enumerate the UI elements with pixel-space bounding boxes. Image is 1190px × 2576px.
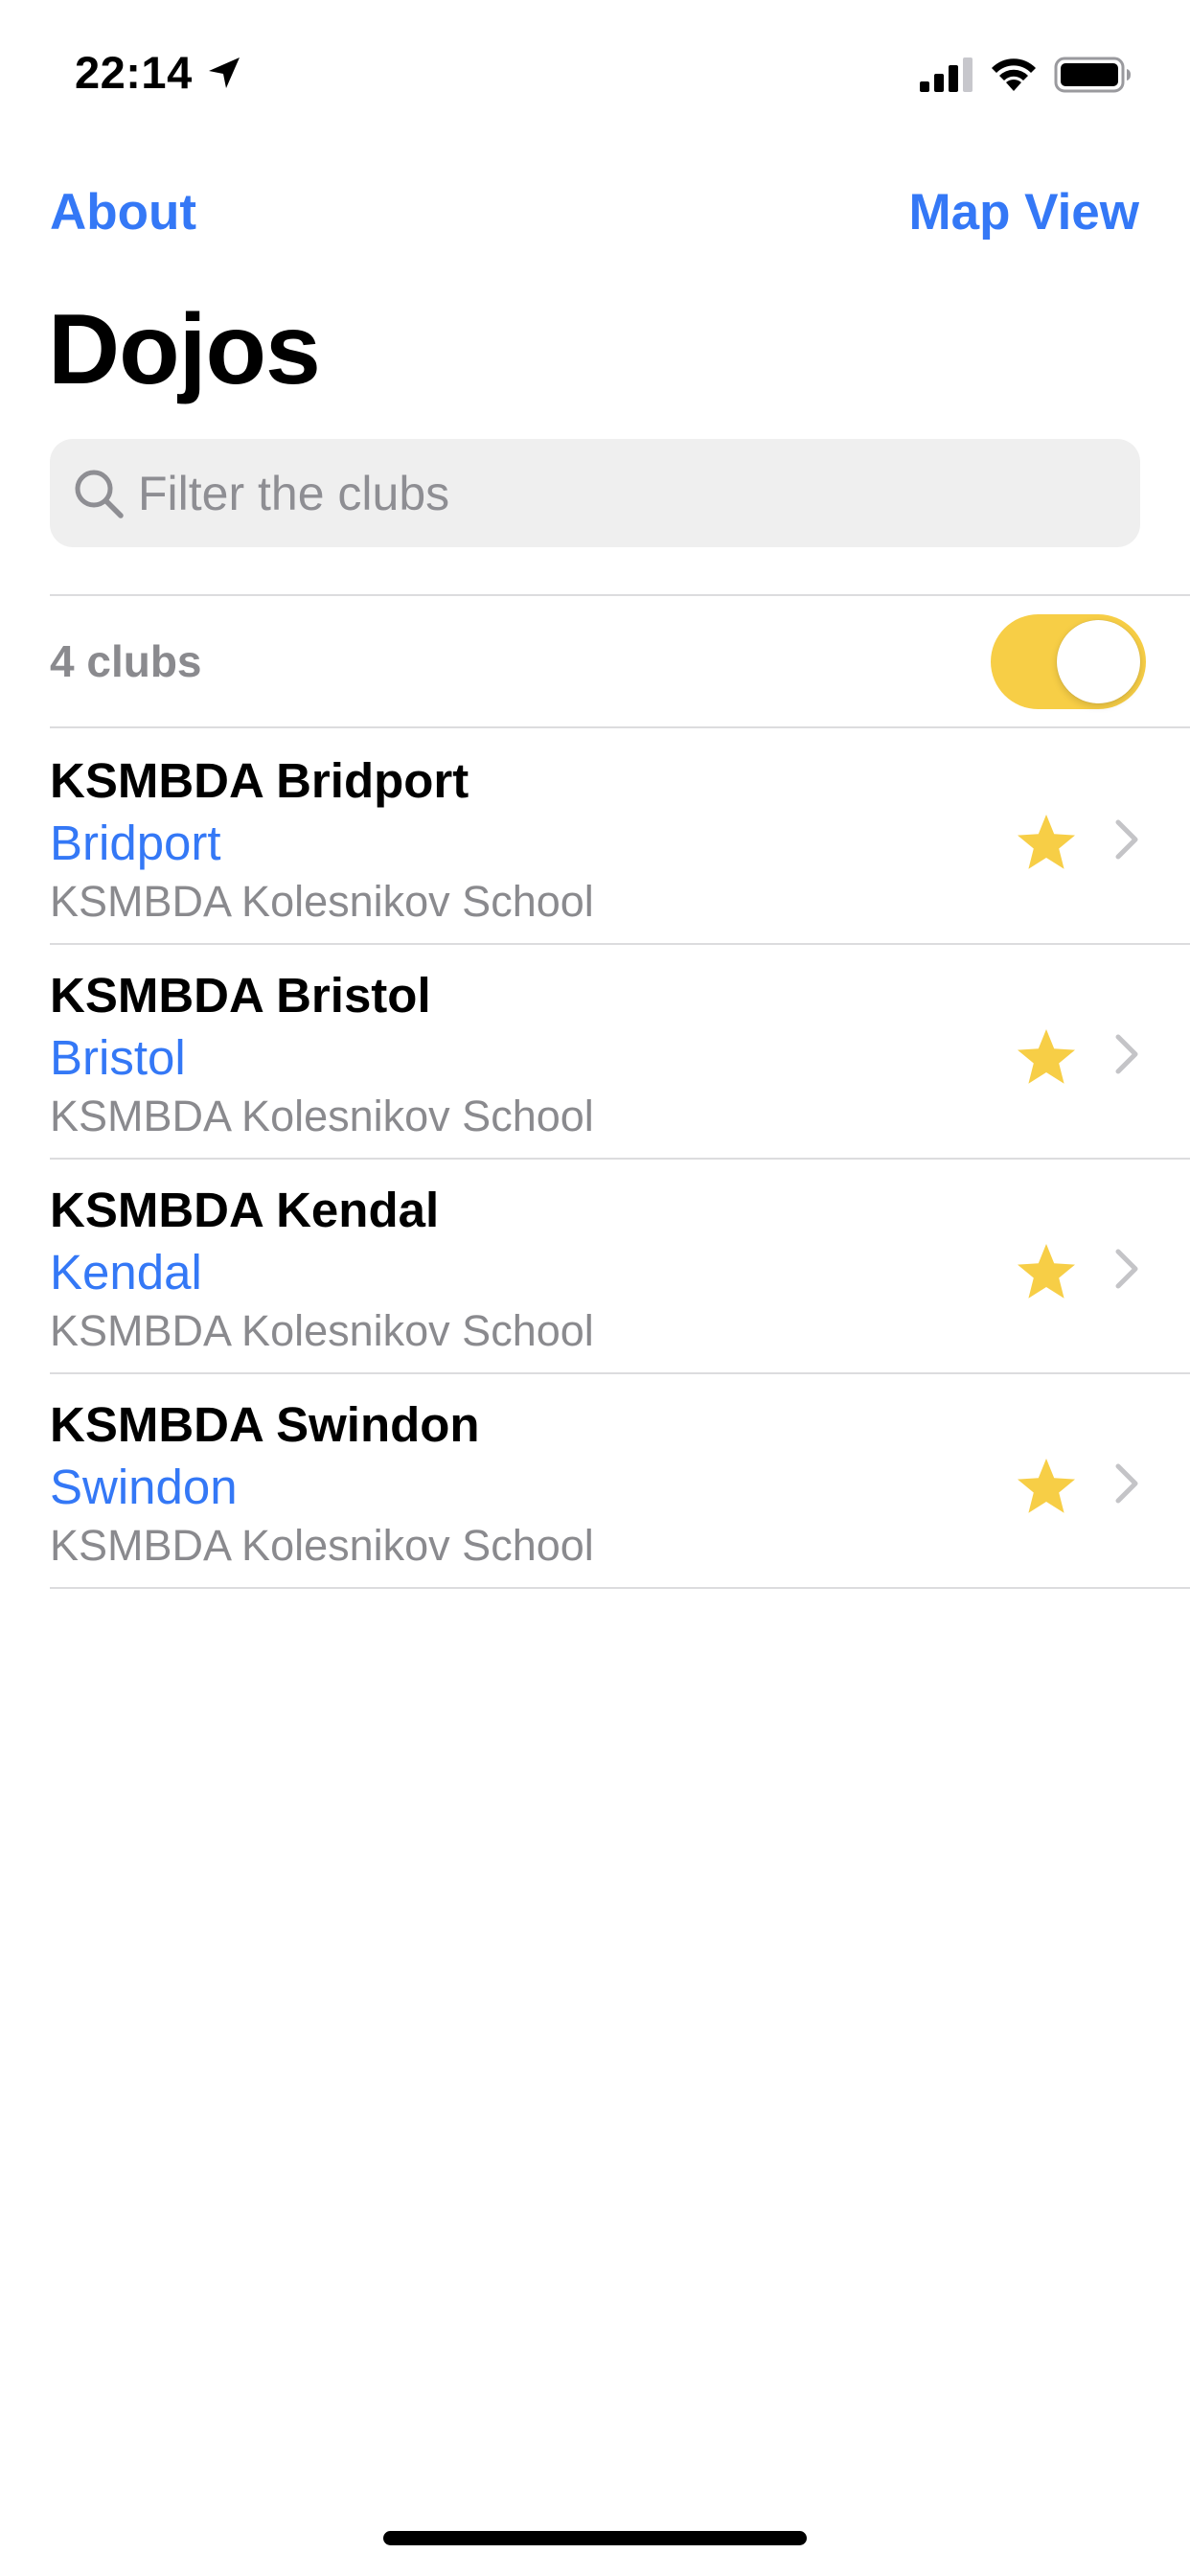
status-bar: 22:14 [0,0,1190,144]
club-school: KSMBDA Kolesnikov School [50,1521,594,1570]
map-view-button[interactable]: Map View [908,182,1139,243]
club-name: KSMBDA Kendal [50,1183,440,1237]
chevron-right-icon [1115,819,1138,860]
club-count: 4 clubs [50,636,202,686]
search-input[interactable] [138,439,1115,547]
battery-icon [1054,57,1131,93]
club-school: KSMBDA Kolesnikov School [50,1092,594,1140]
club-row[interactable]: KSMBDA Kendal Kendal KSMBDA Kolesnikov S… [0,1160,1190,1374]
club-city-link[interactable]: Kendal [50,1243,202,1302]
location-arrow-icon [209,58,240,88]
chevron-right-icon [1115,1249,1138,1289]
status-time: 22:14 [75,47,193,98]
star-icon[interactable] [1016,1027,1077,1087]
favorites-toggle[interactable] [991,614,1146,709]
star-icon[interactable] [1016,1242,1077,1301]
about-button[interactable]: About [50,182,196,243]
divider [50,1587,1190,1589]
club-name: KSMBDA Bridport [50,753,469,808]
club-city-link[interactable]: Bridport [50,814,221,873]
star-icon[interactable] [1016,1457,1077,1516]
home-indicator[interactable] [383,2531,807,2545]
page-title: Dojos [48,294,321,405]
club-row[interactable]: KSMBDA Bridport Bridport KSMBDA Kolesnik… [0,730,1190,945]
search-field[interactable] [50,439,1140,547]
club-city-link[interactable]: Swindon [50,1458,238,1517]
chevron-right-icon [1115,1034,1138,1074]
club-school: KSMBDA Kolesnikov School [50,877,594,926]
club-name: KSMBDA Bristol [50,968,431,1023]
star-icon[interactable] [1016,813,1077,872]
screen: 22:14 About Map View Dojos Filter the cl… [0,0,1190,2576]
search-icon [75,470,124,518]
wifi-icon [992,58,1036,91]
club-row[interactable]: KSMBDA Bristol Bristol KSMBDA Kolesnikov… [0,945,1190,1160]
divider [50,726,1190,728]
toggle-knob [1057,620,1140,703]
cellular-signal-icon [920,58,973,92]
club-row[interactable]: KSMBDA Swindon Swindon KSMBDA Kolesnikov… [0,1374,1190,1589]
chevron-right-icon [1115,1463,1138,1504]
club-school: KSMBDA Kolesnikov School [50,1306,594,1355]
club-city-link[interactable]: Bristol [50,1028,186,1088]
club-name: KSMBDA Swindon [50,1397,480,1452]
divider [50,594,1190,596]
